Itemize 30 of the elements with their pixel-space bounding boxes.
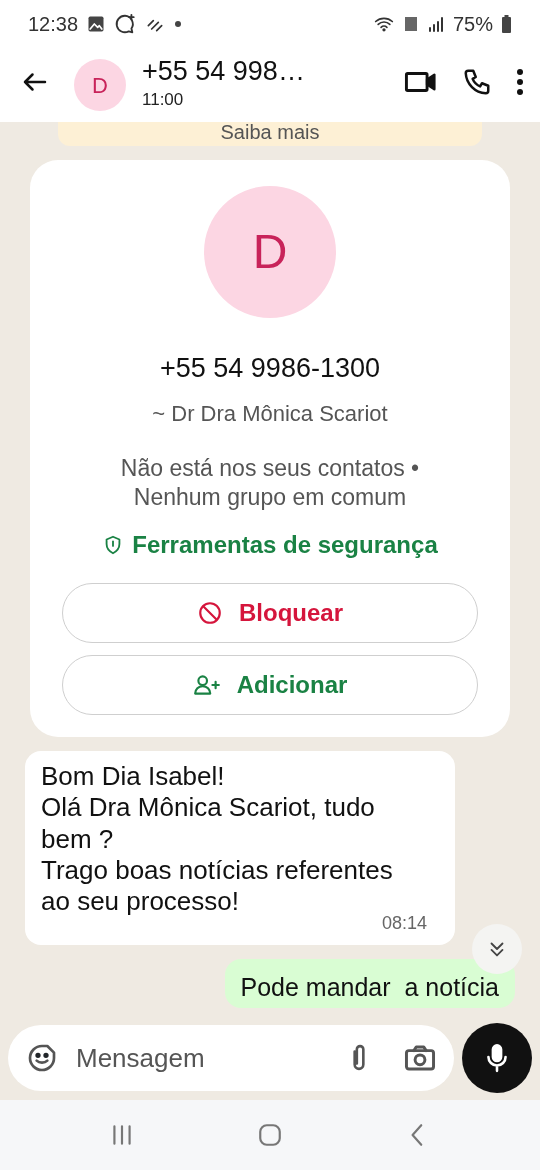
message-input[interactable]: Mensagem [74, 1037, 330, 1079]
message-text: Pode mandar a notícia [240, 971, 499, 1003]
message-text: Olá Dra Mônica Scariot, tudo bem ? [41, 792, 376, 855]
contact-title[interactable]: +55 54 998… [142, 57, 388, 88]
add-contact-button[interactable]: Adicionar [62, 655, 478, 716]
contact-avatar: D [204, 186, 336, 318]
status-time: 12:38 [28, 12, 79, 37]
camera-icon[interactable] [404, 1043, 436, 1073]
home-icon[interactable] [257, 1122, 283, 1148]
contact-name: ~ Dr Dra Mônica Scariot [151, 399, 389, 428]
last-seen: 11:00 [142, 89, 185, 112]
safety-tools-link[interactable]: Ferramentas de segurança [132, 527, 438, 564]
battery-level: 75% [452, 12, 493, 37]
contact-info: Nenhum grupo em comum [132, 483, 408, 513]
message-text: Bom Dia Isabel! [41, 761, 226, 793]
message-field[interactable]: Mensagem [8, 1025, 454, 1091]
block-button[interactable]: Bloquear [62, 583, 478, 644]
microphone-icon [484, 1043, 510, 1073]
battery-icon [501, 14, 512, 34]
scroll-down-button[interactable] [472, 924, 522, 974]
more-options-icon [516, 66, 524, 97]
dot-icon [174, 20, 183, 28]
learn-more-banner[interactable]: Saiba mais [58, 122, 482, 146]
contact-avatar[interactable]: D [74, 59, 126, 111]
signal-icon [426, 15, 445, 33]
contact-info: Não está nos seus contatos • [119, 453, 421, 483]
image-icon [86, 14, 107, 34]
chat-add-icon [114, 13, 137, 35]
block-icon [197, 600, 223, 627]
phone-number: +55 54 9986-1300 [159, 352, 381, 385]
